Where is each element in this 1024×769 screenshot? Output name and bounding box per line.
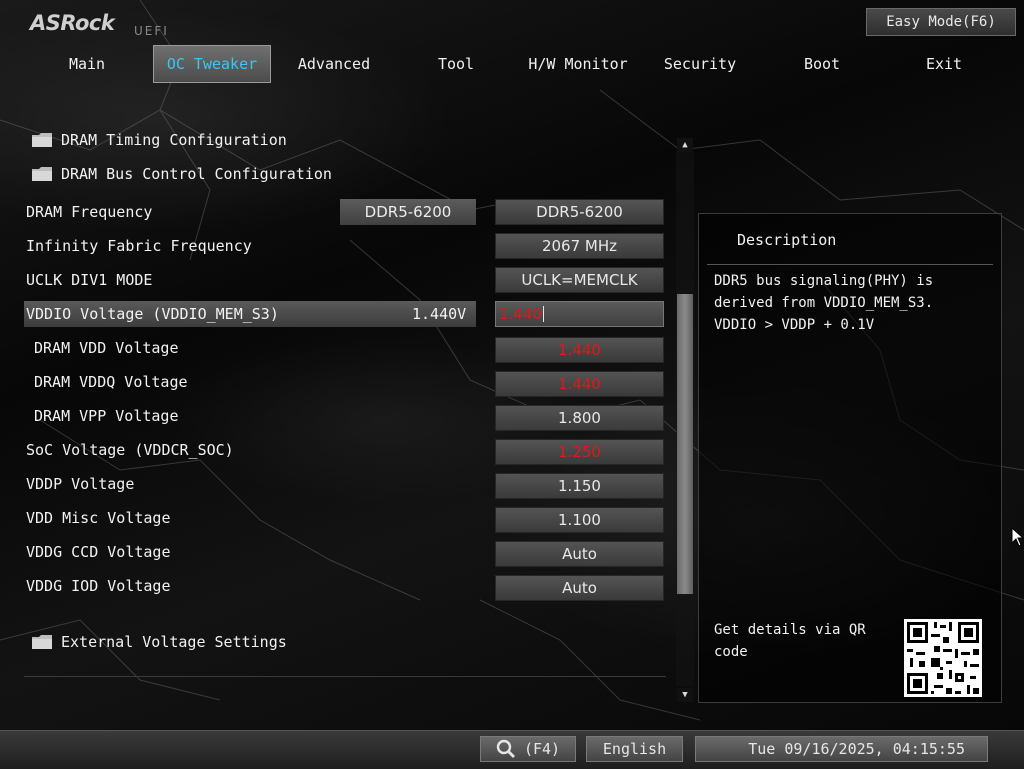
- scroll-up-arrow-icon[interactable]: ▲: [677, 138, 693, 152]
- search-icon: [496, 739, 515, 758]
- tab-main[interactable]: Main: [28, 45, 146, 83]
- tab-advanced[interactable]: Advanced: [275, 45, 393, 83]
- mouse-pointer-icon: [1011, 527, 1023, 547]
- main-tab-bar: Main OC Tweaker Advanced Tool H/W Monito…: [28, 45, 1008, 83]
- dram-vddq-input[interactable]: 1.440: [495, 371, 664, 397]
- tab-boot[interactable]: Boot: [763, 45, 881, 83]
- dram-frequency-select[interactable]: DDR5-6200: [495, 199, 664, 225]
- setting-label-vdd-misc: VDD Misc Voltage: [26, 509, 171, 527]
- description-divider: [707, 264, 993, 265]
- setting-label-dram-vpp: DRAM VPP Voltage: [34, 407, 179, 425]
- list-divider: [24, 676, 666, 677]
- tab-oc-tweaker[interactable]: OC Tweaker: [153, 45, 271, 83]
- folder-dram-timing[interactable]: DRAM Timing Configuration: [32, 131, 287, 149]
- setting-label-dram-vdd: DRAM VDD Voltage: [34, 339, 179, 357]
- tab-security[interactable]: Security: [641, 45, 759, 83]
- folder-dram-bus-control[interactable]: DRAM Bus Control Configuration: [32, 165, 332, 183]
- vddio-input-text: 1.440: [499, 305, 542, 323]
- folder-icon: [32, 635, 52, 649]
- search-key-hint: (F4): [523, 740, 561, 758]
- vddg-ccd-input[interactable]: Auto: [495, 541, 664, 567]
- vddio-voltage-input[interactable]: 1.440: [495, 301, 664, 327]
- search-button[interactable]: (F4): [480, 736, 576, 762]
- description-title: Description: [737, 231, 837, 249]
- folder-icon: [32, 133, 52, 147]
- dram-vpp-input[interactable]: 1.800: [495, 405, 664, 431]
- text-caret: [542, 306, 544, 322]
- soc-voltage-input[interactable]: 1.250: [495, 439, 664, 465]
- uclk-div1-select[interactable]: UCLK=MEMCLK: [495, 267, 664, 293]
- vddio-current-value: 1.440V: [412, 305, 467, 323]
- scrollbar-thumb[interactable]: [677, 294, 693, 594]
- qr-caption: Get details via QR code: [714, 622, 866, 660]
- folder-external-voltage[interactable]: External Voltage Settings: [32, 633, 287, 651]
- setting-label-vddp: VDDP Voltage: [26, 475, 135, 493]
- infinity-fabric-select[interactable]: 2067 MHz: [495, 233, 664, 259]
- tab-tool[interactable]: Tool: [397, 45, 515, 83]
- vdd-misc-input[interactable]: 1.100: [495, 507, 664, 533]
- vddg-iod-input[interactable]: Auto: [495, 575, 664, 601]
- setting-label-vddg-ccd: VDDG CCD Voltage: [26, 543, 171, 561]
- tab-exit[interactable]: Exit: [885, 45, 1003, 83]
- folder-label: DRAM Timing Configuration: [61, 131, 287, 149]
- setting-label-vddg-iod: VDDG IOD Voltage: [26, 577, 171, 595]
- setting-label-dram-frequency: DRAM Frequency: [26, 203, 153, 221]
- tab-hw-monitor[interactable]: H/W Monitor: [519, 45, 637, 83]
- vddp-voltage-input[interactable]: 1.150: [495, 473, 664, 499]
- folder-label: External Voltage Settings: [61, 633, 287, 651]
- dram-frequency-current: DDR5-6200: [340, 199, 476, 225]
- scroll-down-arrow-icon[interactable]: ▼: [677, 688, 693, 702]
- setting-label-soc-voltage: SoC Voltage (VDDCR_SOC): [26, 441, 234, 459]
- description-text: DDR5 bus signaling(PHY) is derived from …: [714, 273, 934, 333]
- setting-label-dram-vddq: DRAM VDDQ Voltage: [34, 373, 188, 391]
- uefi-label: UEFI: [134, 24, 169, 38]
- setting-label-uclk-div1: UCLK DIV1 MODE: [26, 271, 153, 289]
- folder-label: DRAM Bus Control Configuration: [61, 165, 332, 183]
- setting-label-vddio: VDDIO Voltage (VDDIO_MEM_S3): [26, 305, 279, 323]
- language-button[interactable]: English: [586, 736, 683, 762]
- qr-code: [904, 619, 982, 697]
- setting-label-infinity-fabric: Infinity Fabric Frequency: [26, 237, 252, 255]
- datetime-display[interactable]: Tue 09/16/2025, 04:15:55: [695, 736, 988, 762]
- easy-mode-button[interactable]: Easy Mode(F6): [866, 8, 1016, 36]
- folder-icon: [32, 167, 52, 181]
- dram-vdd-input[interactable]: 1.440: [495, 337, 664, 363]
- asrock-logo: ASRock: [30, 11, 115, 35]
